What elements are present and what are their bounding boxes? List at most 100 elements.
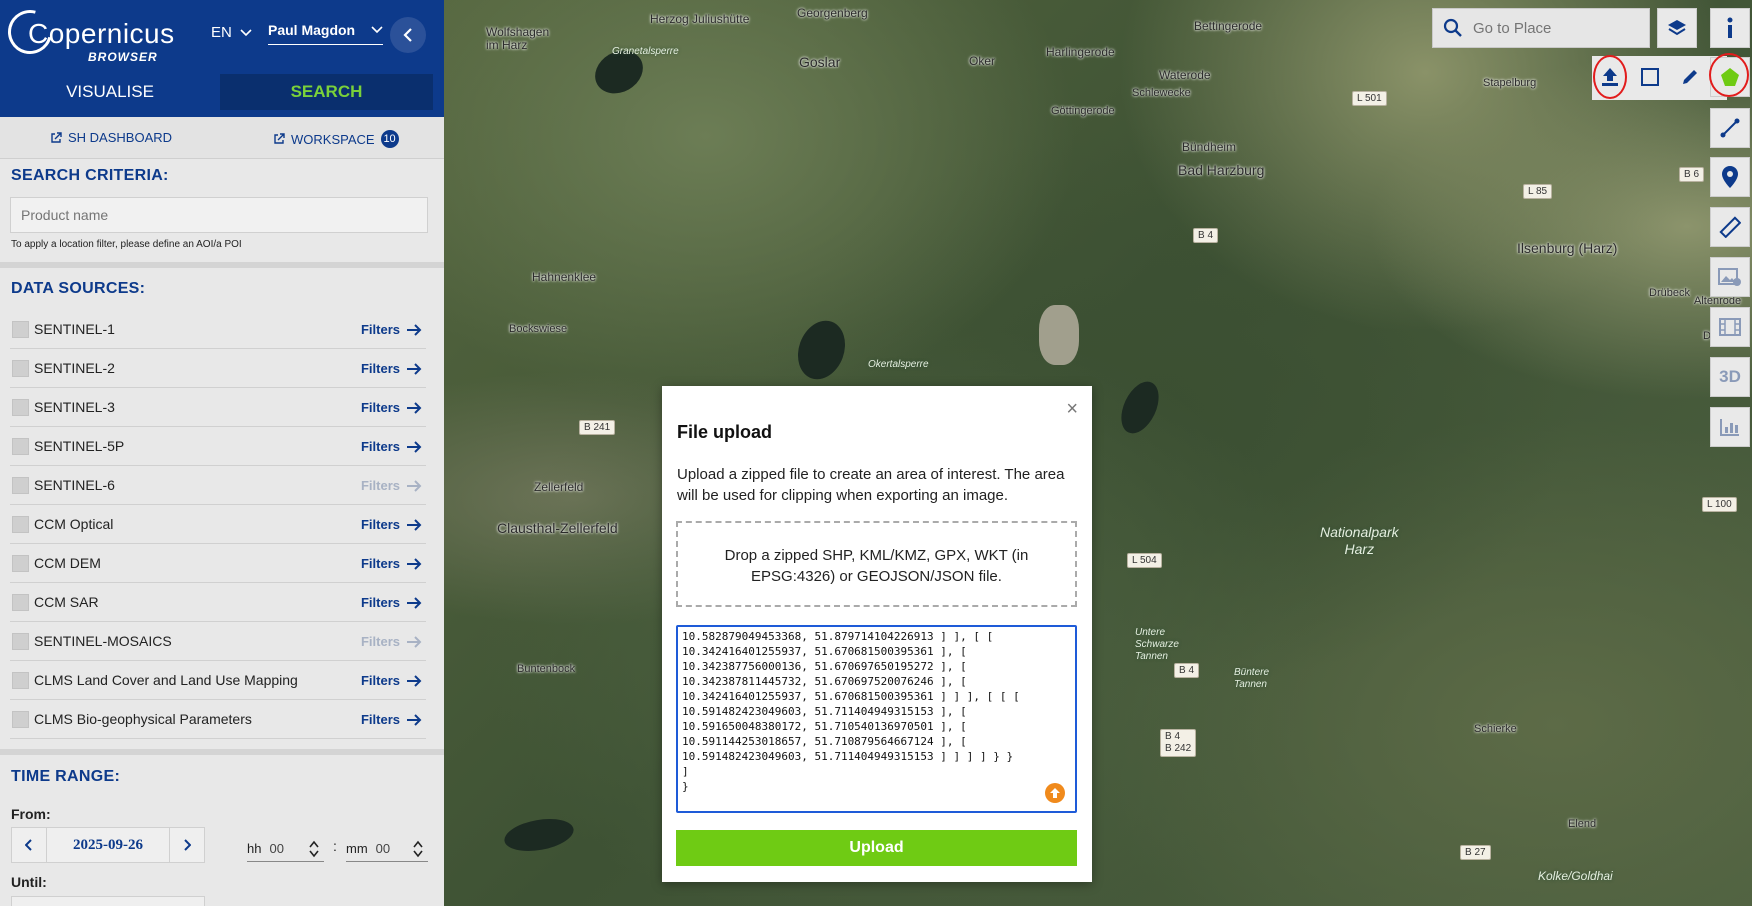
tab-search[interactable]: SEARCH	[220, 74, 433, 110]
data-source-checkbox[interactable]	[12, 399, 29, 416]
filters-label: Filters	[360, 478, 400, 493]
minute-field[interactable]: mm 00	[346, 836, 428, 862]
arrow-up-icon	[1050, 788, 1060, 798]
data-source-row[interactable]: SENTINEL-6 Filters	[10, 466, 426, 505]
data-source-row[interactable]: CLMS Bio-geophysical Parameters Filters	[10, 700, 426, 739]
place-label: Bad Harzburg	[1178, 162, 1265, 178]
go-to-place-search[interactable]	[1432, 8, 1650, 48]
chevron-left-icon	[25, 839, 32, 851]
stepper-icon[interactable]	[412, 840, 424, 858]
data-sources-title: DATA SOURCES:	[11, 280, 146, 297]
statistics-button[interactable]	[1710, 407, 1750, 447]
place-label: Bettingerode	[1194, 19, 1263, 33]
data-source-row[interactable]: SENTINEL-1 Filters	[10, 310, 426, 349]
filters-button[interactable]: Filters	[361, 673, 422, 688]
place-label: Stapelburg	[1483, 77, 1537, 89]
data-source-name: CLMS Land Cover and Land Use Mapping	[34, 672, 298, 688]
place-label: Buntenbock	[517, 663, 576, 675]
previous-date-button[interactable]	[12, 828, 46, 862]
measure-line-button[interactable]	[1710, 108, 1750, 148]
tab-visualise[interactable]: VISUALISE	[0, 74, 220, 110]
until-date-control[interactable]	[11, 896, 205, 906]
filters-button[interactable]: Filters	[361, 478, 422, 493]
textarea-line	[682, 794, 1071, 809]
ruler-button[interactable]	[1710, 207, 1750, 247]
section-divider	[0, 262, 444, 268]
draw-edit-button[interactable]	[1670, 57, 1710, 97]
filters-button[interactable]: Filters	[361, 634, 422, 649]
sidebar: Copernicus BROWSER EN Paul Magdon VISUAL…	[0, 0, 444, 906]
from-date-value[interactable]: 2025-09-26	[46, 828, 170, 862]
links-bar: SH DASHBOARD WORKSPACE 10	[0, 117, 444, 159]
place-label: Büntere Tannen	[1234, 667, 1270, 690]
image-download-button[interactable]	[1710, 257, 1750, 297]
data-source-name: SENTINEL-6	[34, 477, 115, 493]
filters-button[interactable]: Filters	[361, 361, 422, 376]
filters-button[interactable]: Filters	[361, 517, 422, 532]
place-label: Bündheim	[1182, 140, 1237, 154]
data-source-checkbox[interactable]	[12, 594, 29, 611]
filters-label: Filters	[360, 595, 400, 610]
arrow-right-icon	[407, 362, 422, 375]
data-source-checkbox[interactable]	[12, 672, 29, 689]
user-menu[interactable]: Paul Magdon	[268, 22, 383, 45]
data-source-row[interactable]: CLMS Land Cover and Land Use Mapping Filt…	[10, 661, 426, 700]
timelapse-button[interactable]	[1710, 307, 1750, 347]
workspace-link[interactable]: WORKSPACE 10	[273, 130, 399, 148]
data-source-row[interactable]: SENTINEL-5P Filters	[10, 427, 426, 466]
filters-button[interactable]: Filters	[361, 439, 422, 454]
place-label: Goslar	[799, 54, 841, 70]
filters-button[interactable]: Filters	[361, 595, 422, 610]
language-selector[interactable]: EN	[211, 24, 252, 41]
filters-button[interactable]: Filters	[361, 712, 422, 727]
line-icon	[1720, 118, 1740, 138]
data-source-checkbox[interactable]	[12, 477, 29, 494]
data-source-checkbox[interactable]	[12, 321, 29, 338]
lake	[790, 314, 853, 386]
data-source-checkbox[interactable]	[12, 516, 29, 533]
3d-button[interactable]: 3D	[1710, 357, 1750, 397]
collapse-sidebar-button[interactable]	[390, 17, 426, 53]
file-dropzone[interactable]: Drop a zipped SHP, KML/KMZ, GPX, WKT (in…	[676, 521, 1077, 607]
data-source-name: CCM DEM	[34, 555, 101, 571]
data-source-name: CCM SAR	[34, 594, 99, 610]
lake	[501, 814, 577, 856]
close-icon[interactable]: ×	[1066, 398, 1078, 421]
data-source-row[interactable]: SENTINEL-3 Filters	[10, 388, 426, 427]
time-range-title: TIME RANGE:	[11, 768, 121, 785]
sh-dashboard-link[interactable]: SH DASHBOARD	[50, 130, 172, 145]
hour-field[interactable]: hh 00	[247, 836, 324, 862]
draw-rectangle-button[interactable]	[1630, 57, 1670, 97]
textarea-submit-icon[interactable]	[1045, 783, 1065, 803]
layers-button[interactable]	[1657, 8, 1697, 48]
data-source-checkbox[interactable]	[12, 555, 29, 572]
stepper-icon[interactable]	[308, 840, 320, 858]
upload-button[interactable]: Upload	[676, 830, 1077, 866]
filters-button[interactable]: Filters	[361, 400, 422, 415]
product-name-input[interactable]	[10, 197, 428, 233]
arrow-right-icon	[407, 479, 422, 492]
data-source-row[interactable]: CCM DEM Filters	[10, 544, 426, 583]
poi-button[interactable]	[1710, 157, 1750, 197]
road-label: L 100	[1702, 497, 1737, 512]
filters-button[interactable]: Filters	[361, 322, 422, 337]
filters-button[interactable]: Filters	[361, 556, 422, 571]
data-source-row[interactable]: SENTINEL-2 Filters	[10, 349, 426, 388]
filters-label: Filters	[360, 439, 400, 454]
info-button[interactable]	[1710, 8, 1750, 48]
map-view[interactable]	[444, 0, 1752, 906]
external-link-icon	[274, 133, 285, 144]
place-label: Clausthal-Zellerfeld	[497, 520, 618, 536]
data-source-checkbox[interactable]	[12, 633, 29, 650]
road-label: B 241	[579, 420, 616, 435]
data-source-row[interactable]: SENTINEL-MOSAICS Filters	[10, 622, 426, 661]
data-source-checkbox[interactable]	[12, 438, 29, 455]
arrow-right-icon	[407, 635, 422, 648]
go-to-place-input[interactable]	[1473, 19, 1633, 37]
next-date-button[interactable]	[170, 828, 204, 862]
data-source-row[interactable]: CCM Optical Filters	[10, 505, 426, 544]
data-source-checkbox[interactable]	[12, 711, 29, 728]
data-source-row[interactable]: CCM SAR Filters	[10, 583, 426, 622]
data-source-checkbox[interactable]	[12, 360, 29, 377]
geometry-textarea[interactable]: 10.582879049453368, 51.879714104226913 ]…	[676, 625, 1077, 813]
